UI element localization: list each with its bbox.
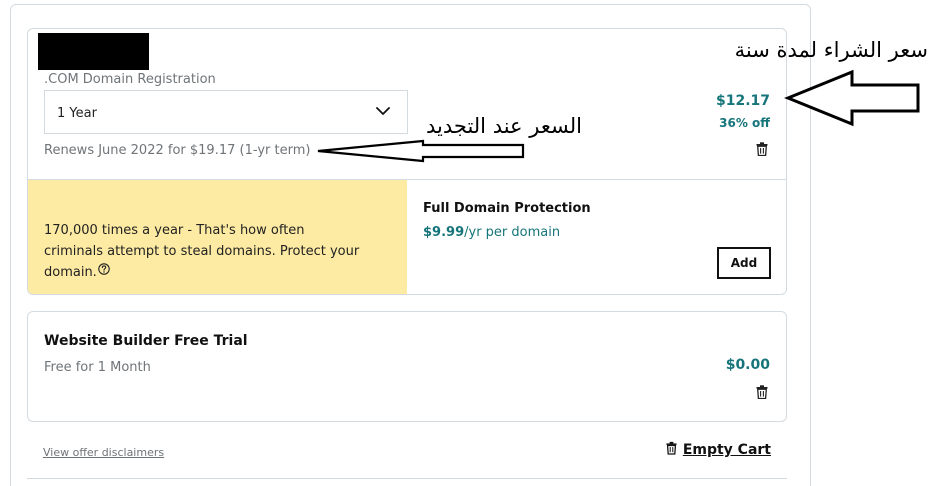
protection-title: Full Domain Protection: [423, 201, 591, 216]
trash-icon[interactable]: [756, 385, 768, 399]
renewal-text: Renews June 2022 for $19.17 (1-yr term): [44, 143, 311, 158]
term-select[interactable]: 1 Year: [44, 90, 408, 134]
footer-divider: [27, 478, 787, 479]
empty-cart-label: Empty Cart: [682, 442, 771, 458]
website-builder-cart-item: Website Builder Free Trial Free for 1 Mo…: [27, 311, 787, 422]
protection-promo-box: 170,000 times a year - That's how often …: [28, 180, 407, 294]
domain-cart-item: .COM Domain Registration 1 Year Renews J…: [27, 28, 787, 295]
builder-price: $0.00: [725, 357, 770, 373]
domain-protection-offer: 170,000 times a year - That's how often …: [28, 179, 786, 294]
trash-icon[interactable]: [756, 142, 768, 156]
chevron-down-icon: [376, 107, 390, 115]
add-protection-button[interactable]: Add: [717, 247, 771, 279]
builder-subtitle: Free for 1 Month: [44, 360, 151, 375]
domain-price-block: $12.17 36% off: [716, 93, 770, 130]
protection-promo-message: 170,000 times a year - That's how often …: [44, 223, 360, 280]
domain-discount: 36% off: [719, 116, 770, 130]
protection-price: $9.99: [423, 225, 465, 240]
empty-cart-button[interactable]: Empty Cart: [666, 441, 771, 458]
cart-footer: View offer disclaimers Empty Cart: [27, 438, 787, 478]
purchase-price-annotation: سعر الشراء لمدة سنة: [734, 38, 928, 62]
view-disclaimers-link[interactable]: View offer disclaimers: [43, 446, 164, 459]
domain-price: $12.17: [715, 93, 770, 109]
trash-icon: [666, 441, 677, 455]
builder-title: Website Builder Free Trial: [44, 333, 248, 349]
protection-price-suffix: /yr per domain: [464, 225, 561, 240]
question-circle-icon[interactable]: [98, 263, 110, 275]
term-select-value: 1 Year: [57, 106, 97, 121]
redacted-domain-name: [38, 33, 149, 70]
renewal-price-annotation: السعر عند التجديد: [426, 114, 582, 138]
protection-price-line: $9.99/yr per domain: [423, 225, 560, 240]
domain-type-label: .COM Domain Registration: [44, 72, 216, 87]
protection-promo-text: 170,000 times a year - That's how often …: [44, 220, 364, 283]
